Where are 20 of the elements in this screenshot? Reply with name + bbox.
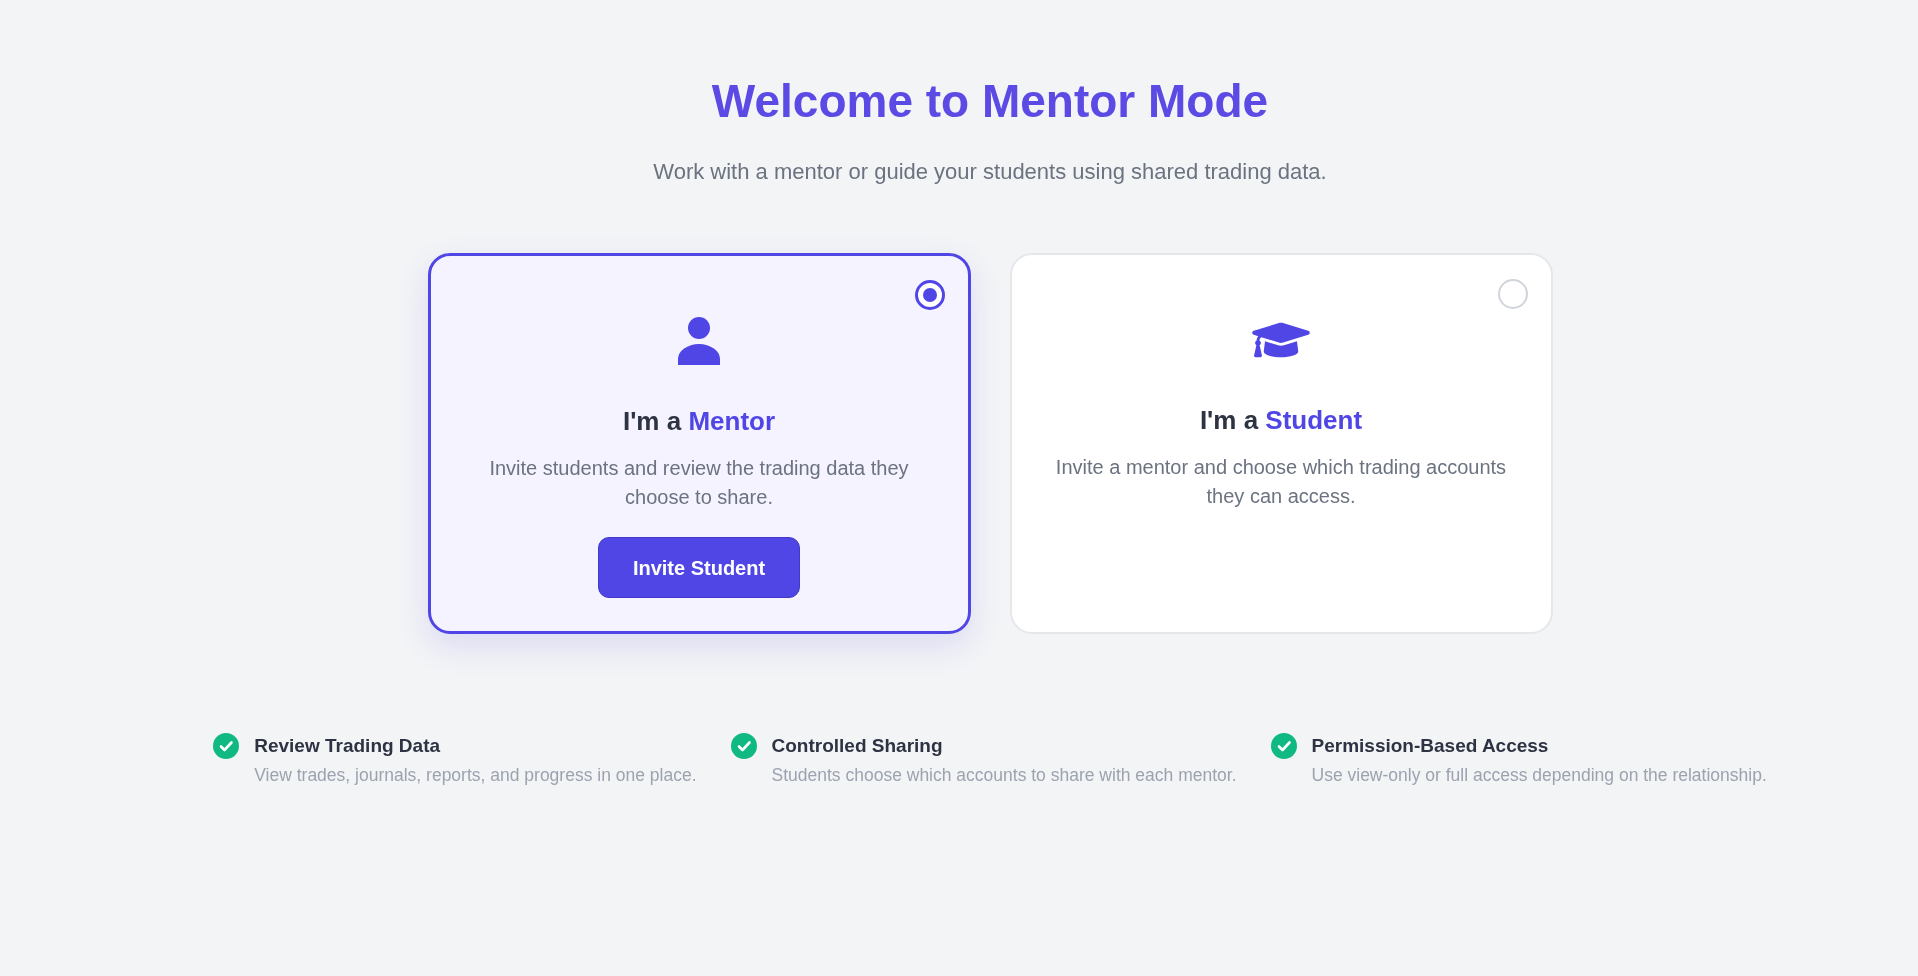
feature-title: Review Trading Data bbox=[254, 734, 442, 758]
check-circle-icon bbox=[1270, 733, 1297, 759]
role-card[interactable]: I'm a Mentor Invite students and review the trading data they choose to share. Invite Student bbox=[427, 253, 971, 634]
person-icon bbox=[678, 317, 720, 365]
feature-title: Permission-Based Access bbox=[1311, 734, 1550, 758]
card-description: Invite a mentor and choose which trading accounts they can access. bbox=[1054, 455, 1508, 509]
feature-title: Controlled Sharing bbox=[771, 734, 944, 758]
invite-student-button[interactable]: Invite Student bbox=[598, 537, 800, 598]
card-title: I'm a Mentor bbox=[622, 405, 776, 437]
role-card[interactable]: I'm a Student Invite a mentor and choose which trading accounts they can access. bbox=[1009, 253, 1553, 634]
card-description: Invite students and review the trading data they choose to share. bbox=[488, 456, 910, 510]
feature-description: Use view-only or full access depending on the relationship. bbox=[1311, 764, 1767, 787]
card-title: I'm a Student bbox=[1199, 404, 1363, 436]
check-circle-icon bbox=[730, 733, 757, 759]
feature-description: View trades, journals, reports, and progress in one place. bbox=[254, 764, 697, 787]
page-subtitle: Work with a mentor or guide your students using shared trading data. bbox=[653, 158, 1327, 186]
page-title: Welcome to Mentor Mode bbox=[711, 74, 1269, 129]
check-circle-icon bbox=[213, 733, 240, 759]
radio-button[interactable] bbox=[914, 280, 945, 310]
feature-description: Students choose which accounts to share with each mentor. bbox=[771, 764, 1237, 787]
